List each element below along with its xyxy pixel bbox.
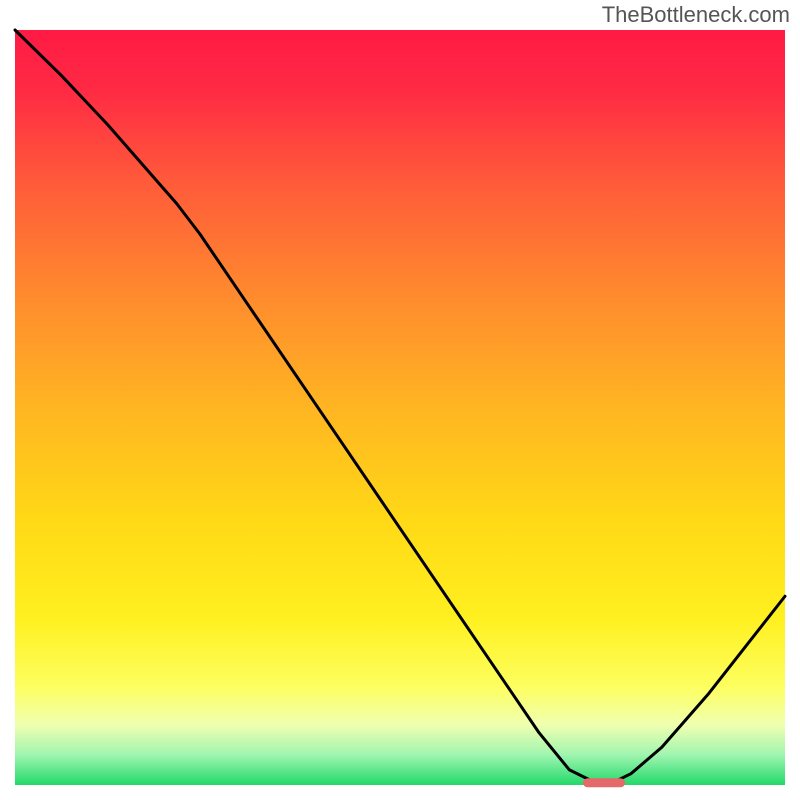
plot-background xyxy=(15,30,785,785)
chart-svg xyxy=(0,0,800,800)
chart-container: TheBottleneck.com xyxy=(0,0,800,800)
watermark-text: TheBottleneck.com xyxy=(602,2,790,28)
optimal-marker xyxy=(583,778,625,787)
